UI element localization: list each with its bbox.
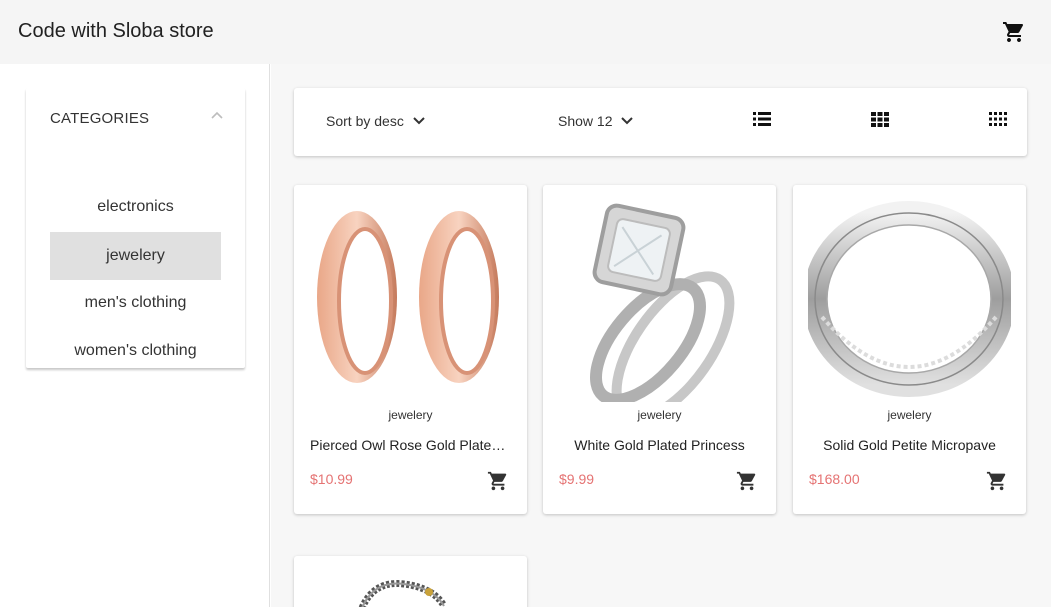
product-card[interactable]: jewelery Solid Gold Petite Micropave $16… [793,185,1026,514]
app-bar: Code with Sloba store [0,0,1051,64]
chevron-up-icon[interactable] [210,110,224,120]
product-category: jewelery [887,408,932,422]
product-category: jewelery [388,408,433,422]
product-card[interactable] [294,556,527,607]
product-card[interactable]: jewelery Pierced Owl Rose Gold Plated St… [294,185,527,514]
add-to-cart-icon[interactable] [986,470,1008,492]
product-name[interactable]: White Gold Plated Princess [559,437,760,453]
list-view-icon[interactable] [753,111,771,127]
product-name[interactable]: Pierced Owl Rose Gold Plated Stainless S… [310,437,511,453]
grid-view-icon[interactable] [871,111,889,127]
categories-header[interactable]: CATEGORIES [50,110,149,127]
shopping-cart-icon[interactable] [1001,20,1027,44]
product-area: Sort by desc Show 12 jewelery Pierced Ow… [271,64,1051,607]
chevron-down-icon [621,117,634,125]
add-to-cart-icon[interactable] [487,470,509,492]
show-count-select[interactable]: Show 12 [558,113,634,129]
product-category: jewelery [637,408,682,422]
category-item-jewelery[interactable]: jewelery [50,232,221,280]
category-item-mens-clothing[interactable]: men's clothing [50,279,221,327]
product-image[interactable] [354,570,464,607]
product-price: $168.00 [809,471,860,487]
category-item-womens-clothing[interactable]: women's clothing [50,327,221,375]
add-to-cart-icon[interactable] [736,470,758,492]
sidebar: CATEGORIES electronics jewelery men's cl… [0,64,270,607]
show-count-label: Show 12 [558,113,613,129]
app-title: Code with Sloba store [18,20,214,42]
sort-label: Sort by desc [326,113,404,129]
product-price: $10.99 [310,471,353,487]
chevron-down-icon [413,117,425,125]
categories-panel: CATEGORIES electronics jewelery men's cl… [26,88,245,368]
sort-select[interactable]: Sort by desc [326,113,426,129]
product-name[interactable]: Solid Gold Petite Micropave [809,437,1010,453]
category-item-electronics[interactable]: electronics [50,183,221,231]
product-toolbar: Sort by desc Show 12 [294,88,1027,156]
product-image[interactable] [558,197,761,402]
product-image[interactable] [309,197,512,402]
dense-grid-view-icon[interactable] [989,111,1007,127]
product-image[interactable] [808,197,1011,402]
product-price: $9.99 [559,471,595,487]
product-card[interactable]: jewelery White Gold Plated Princess $9.9… [543,185,776,514]
